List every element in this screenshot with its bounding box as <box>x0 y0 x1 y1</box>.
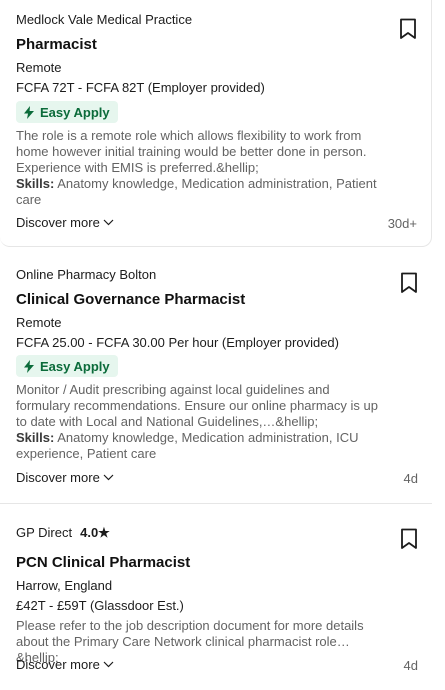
bookmark-icon[interactable] <box>400 528 418 550</box>
posted-age: 4d <box>403 658 418 673</box>
skills-label: Skills: <box>16 176 55 191</box>
chevron-down-icon <box>103 661 114 668</box>
discover-more-link[interactable]: Discover more <box>16 657 114 672</box>
job-location: Remote <box>16 315 62 330</box>
job-description: The role is a remote role which allows f… <box>16 128 381 208</box>
skills-text: Anatomy knowledge, Medication administra… <box>16 430 359 461</box>
discover-more-label: Discover more <box>16 215 100 230</box>
posted-age: 4d <box>403 471 418 486</box>
discover-more-label: Discover more <box>16 657 100 672</box>
job-title[interactable]: Clinical Governance Pharmacist <box>16 291 245 308</box>
job-title[interactable]: PCN Clinical Pharmacist <box>16 554 190 571</box>
job-location: Remote <box>16 60 62 75</box>
discover-more-link[interactable]: Discover more <box>16 215 114 230</box>
bookmark-icon[interactable] <box>399 18 417 40</box>
easy-apply-label: Easy Apply <box>40 104 110 120</box>
easy-apply-badge: Easy Apply <box>16 101 118 123</box>
job-location: Harrow, England <box>16 578 113 593</box>
skills-label: Skills: <box>16 430 55 445</box>
company-name: Online Pharmacy Bolton <box>16 267 157 282</box>
chevron-down-icon <box>103 219 114 226</box>
job-salary: £42T - £59T (Glassdoor Est.) <box>16 598 184 613</box>
job-card[interactable]: Medlock Vale Medical Practice Pharmacist… <box>0 0 432 247</box>
job-card[interactable]: Online Pharmacy Bolton Clinical Governan… <box>0 248 432 504</box>
company-name: Medlock Vale Medical Practice <box>16 12 193 27</box>
lightning-icon <box>24 105 34 119</box>
bookmark-icon[interactable] <box>400 272 418 294</box>
job-description: Monitor / Audit prescribing against loca… <box>16 382 381 462</box>
easy-apply-badge: Easy Apply <box>16 355 118 377</box>
job-salary: FCFA 72T - FCFA 82T (Employer provided) <box>16 80 265 95</box>
lightning-icon <box>24 359 34 373</box>
description-text: Monitor / Audit prescribing against loca… <box>16 382 379 429</box>
job-card[interactable]: GP Direct 4.0★ PCN Clinical Pharmacist Ha… <box>0 505 432 690</box>
skills-text: Anatomy knowledge, Medication administra… <box>16 176 377 207</box>
job-title[interactable]: Pharmacist <box>16 36 97 53</box>
discover-more-label: Discover more <box>16 470 100 485</box>
company-rating: 4.0★ <box>80 525 110 540</box>
posted-age: 30d+ <box>387 216 417 231</box>
easy-apply-label: Easy Apply <box>40 358 110 374</box>
company-name: GP Direct <box>16 525 73 540</box>
chevron-down-icon <box>103 474 114 481</box>
company-row: GP Direct 4.0★ <box>16 525 110 541</box>
job-salary: FCFA 25.00 - FCFA 30.00 Per hour (Employ… <box>16 335 339 350</box>
discover-more-link[interactable]: Discover more <box>16 470 114 485</box>
description-text: The role is a remote role which allows f… <box>16 128 367 175</box>
